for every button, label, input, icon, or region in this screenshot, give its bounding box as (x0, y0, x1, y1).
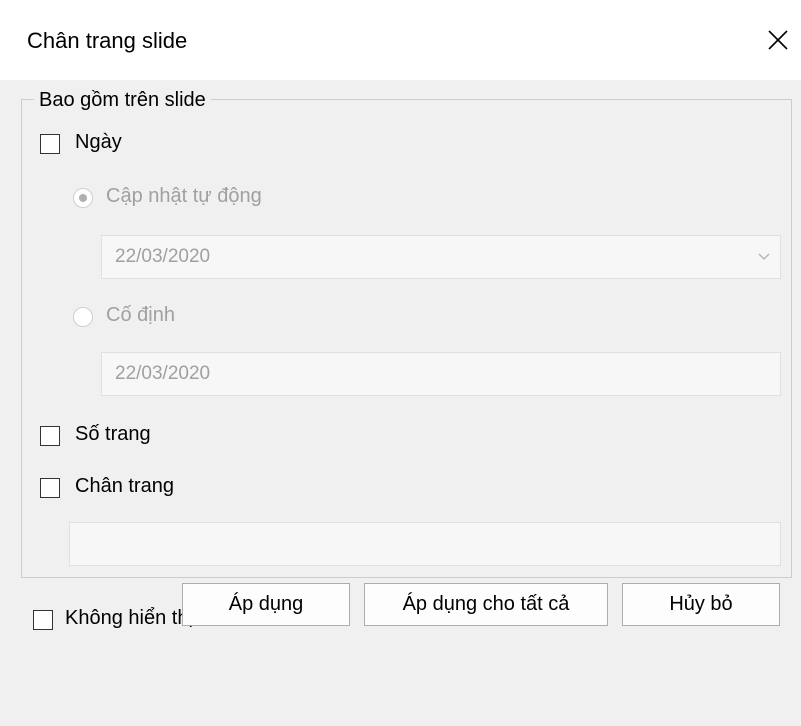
auto-update-label: Cập nhật tự động (106, 185, 262, 207)
footer-text-input[interactable] (69, 522, 781, 566)
dont-show-on-title-checkbox[interactable] (33, 610, 53, 630)
title-bar: Chân trang slide (0, 0, 801, 80)
fixed-label: Cố định (106, 304, 175, 326)
close-button[interactable] (756, 18, 800, 62)
footer-checkbox[interactable] (40, 478, 60, 498)
group-legend: Bao gồm trên slide (34, 89, 211, 112)
chevron-down-icon (758, 253, 770, 260)
cancel-button[interactable]: Hủy bỏ (622, 583, 780, 626)
date-label: Ngày (75, 131, 122, 153)
include-on-slide-group (21, 99, 792, 578)
apply-button[interactable]: Áp dụng (182, 583, 350, 626)
fixed-radio[interactable] (73, 307, 93, 327)
date-checkbox[interactable] (40, 134, 60, 154)
apply-to-all-button[interactable]: Áp dụng cho tất cả (364, 583, 608, 626)
slide-number-label: Số trang (75, 423, 151, 445)
dialog-title: Chân trang slide (27, 28, 188, 53)
radio-selected-dot (79, 194, 87, 202)
fixed-date-value: 22/03/2020 (115, 363, 211, 384)
slide-number-checkbox[interactable] (40, 426, 60, 446)
close-icon (768, 30, 788, 50)
dialog-body: Bao gồm trên slide Ngày Cập nhật tự động… (0, 80, 801, 726)
auto-date-dropdown[interactable]: 22/03/2020 (101, 235, 781, 279)
auto-date-value: 22/03/2020 (115, 246, 211, 267)
fixed-date-input[interactable]: 22/03/2020 (101, 352, 781, 396)
auto-update-radio[interactable] (73, 188, 93, 208)
footer-label: Chân trang (75, 475, 174, 497)
